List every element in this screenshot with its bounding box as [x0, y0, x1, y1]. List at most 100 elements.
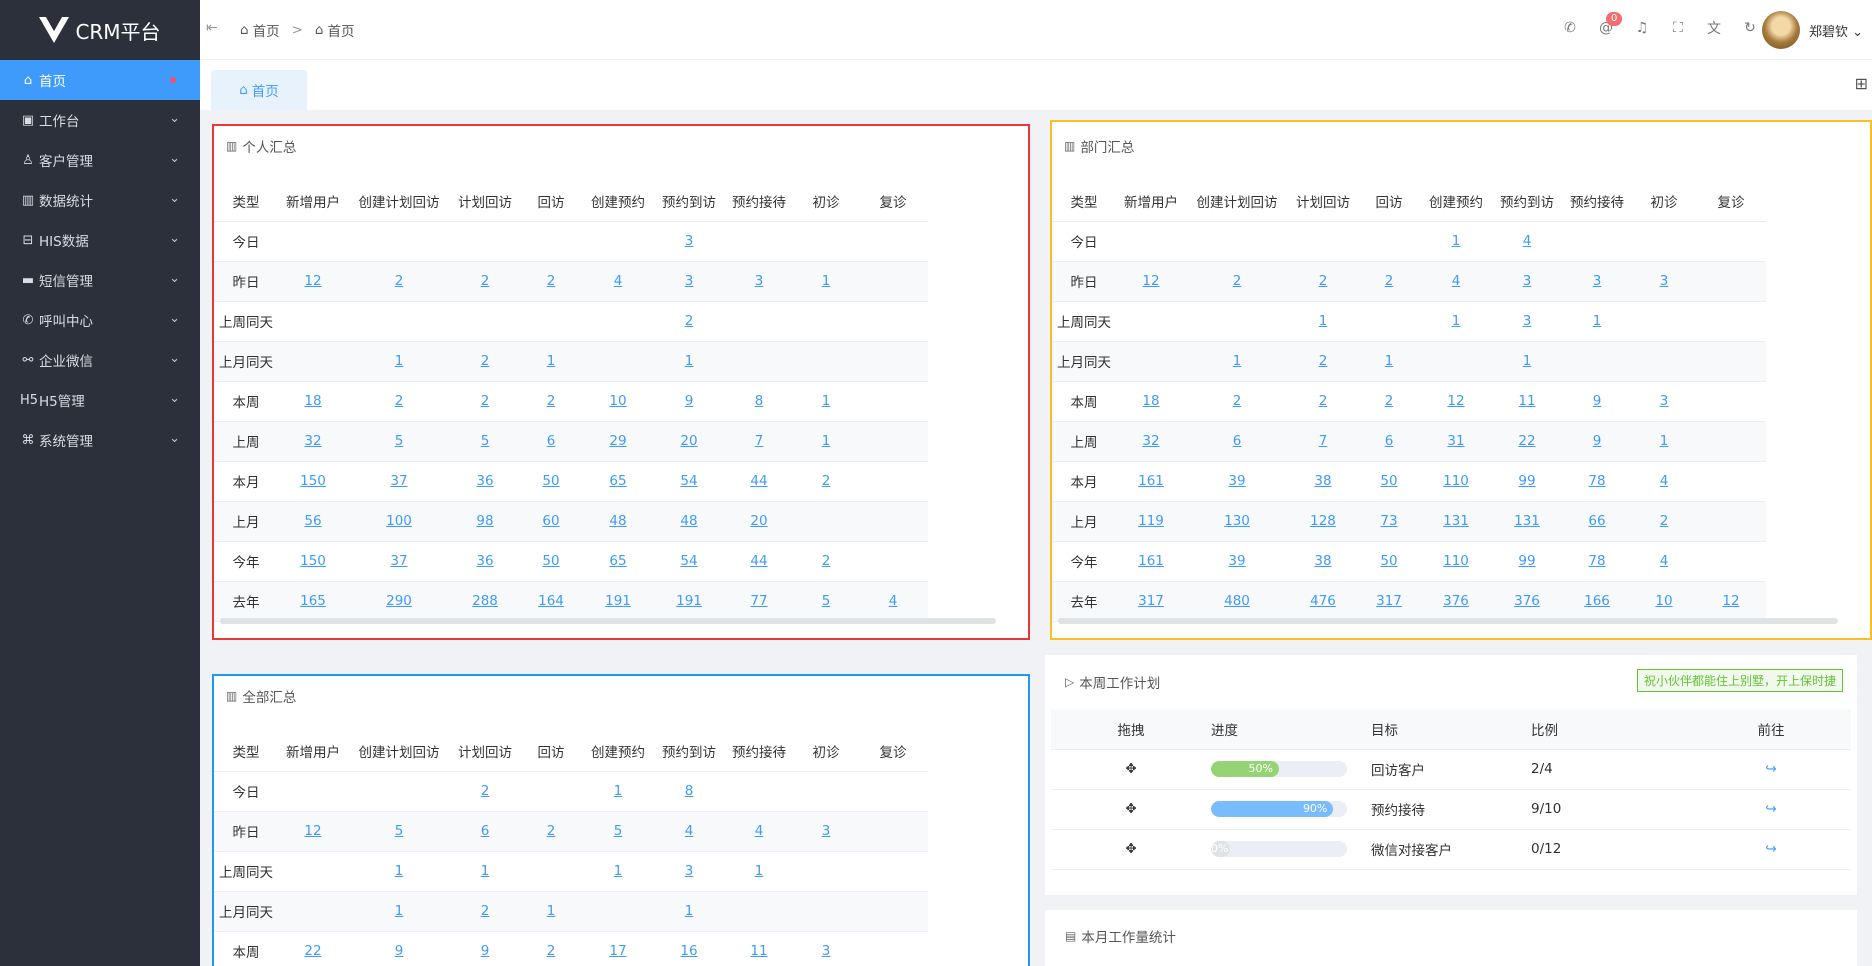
count-link[interactable]: 66 — [1588, 513, 1605, 529]
column-header[interactable]: 计划回访 — [1288, 181, 1358, 222]
count-link[interactable]: 29 — [609, 433, 626, 449]
count-link[interactable]: 44 — [750, 473, 767, 489]
count-link[interactable]: 4 — [1660, 553, 1669, 569]
count-link[interactable]: 37 — [390, 473, 407, 489]
avatar[interactable] — [1762, 11, 1800, 49]
count-link[interactable]: 2 — [481, 783, 490, 799]
count-link[interactable]: 1 — [1385, 353, 1394, 369]
count-link[interactable]: 2 — [1319, 393, 1328, 409]
count-link[interactable]: 5 — [481, 433, 490, 449]
count-link[interactable]: 2 — [395, 393, 404, 409]
column-header[interactable]: 计划回访 — [450, 731, 520, 772]
count-link[interactable]: 9 — [1593, 393, 1602, 409]
count-link[interactable]: 2 — [1319, 273, 1328, 289]
count-link[interactable]: 7 — [755, 433, 764, 449]
grid-menu-icon[interactable]: ⊞ — [1855, 74, 1868, 93]
column-header[interactable]: 初诊 — [794, 181, 858, 222]
horizontal-scrollbar[interactable] — [220, 618, 996, 624]
count-link[interactable]: 36 — [476, 473, 493, 489]
sidebar-item-0[interactable]: ⌂ 首页 — [0, 60, 200, 100]
count-link[interactable]: 1 — [1319, 313, 1328, 329]
count-link[interactable]: 3 — [1523, 273, 1532, 289]
tab-home[interactable]: ⌂ 首页 — [211, 70, 307, 110]
count-link[interactable]: 150 — [300, 473, 326, 489]
count-link[interactable]: 37 — [390, 553, 407, 569]
count-link[interactable]: 476 — [1310, 593, 1336, 609]
count-link[interactable]: 8 — [685, 783, 694, 799]
fullscreen-icon[interactable]: ⛶ — [1660, 20, 1696, 36]
count-link[interactable]: 191 — [676, 593, 702, 609]
bell-icon[interactable]: ♫ — [1624, 20, 1660, 36]
count-link[interactable]: 78 — [1588, 553, 1605, 569]
column-header[interactable]: 创建预约 — [582, 181, 654, 222]
count-link[interactable]: 3 — [685, 273, 694, 289]
count-link[interactable]: 1 — [1233, 353, 1242, 369]
goto-icon[interactable]: ↪ — [1691, 789, 1851, 830]
count-link[interactable]: 50 — [542, 553, 559, 569]
count-link[interactable]: 50 — [1380, 473, 1397, 489]
column-header[interactable]: 回访 — [520, 731, 582, 772]
count-link[interactable]: 4 — [755, 823, 764, 839]
sidebar-item-4[interactable]: ⊟ HIS数据 ⌄ — [0, 220, 200, 260]
count-link[interactable]: 16 — [680, 943, 697, 959]
count-link[interactable]: 2 — [395, 273, 404, 289]
count-link[interactable]: 2 — [1319, 353, 1328, 369]
count-link[interactable]: 2 — [1660, 513, 1669, 529]
count-link[interactable]: 1 — [547, 353, 556, 369]
count-link[interactable]: 376 — [1443, 593, 1469, 609]
count-link[interactable]: 288 — [472, 593, 498, 609]
count-link[interactable]: 5 — [614, 823, 623, 839]
count-link[interactable]: 3 — [1660, 273, 1669, 289]
count-link[interactable]: 4 — [685, 823, 694, 839]
column-header[interactable]: 创建预约 — [1420, 181, 1492, 222]
column-header[interactable]: 复诊 — [1696, 181, 1766, 222]
count-link[interactable]: 2 — [481, 353, 490, 369]
count-link[interactable]: 38 — [1314, 553, 1331, 569]
count-link[interactable]: 39 — [1228, 553, 1245, 569]
column-header[interactable]: 回访 — [520, 181, 582, 222]
count-link[interactable]: 128 — [1310, 513, 1336, 529]
count-link[interactable]: 1 — [395, 353, 404, 369]
column-header[interactable]: 新增用户 — [1116, 181, 1186, 222]
count-link[interactable]: 3 — [685, 233, 694, 249]
count-link[interactable]: 11 — [1518, 393, 1535, 409]
count-link[interactable]: 1 — [1660, 433, 1669, 449]
column-header[interactable]: 复诊 — [858, 731, 928, 772]
count-link[interactable]: 2 — [547, 823, 556, 839]
count-link[interactable]: 77 — [750, 593, 767, 609]
count-link[interactable]: 36 — [476, 553, 493, 569]
sidebar-item-1[interactable]: ▣ 工作台 ⌄ — [0, 100, 200, 140]
count-link[interactable]: 2 — [1385, 393, 1394, 409]
count-link[interactable]: 99 — [1518, 553, 1535, 569]
breadcrumb-item[interactable]: 首页 — [253, 20, 280, 40]
count-link[interactable]: 73 — [1380, 513, 1397, 529]
count-link[interactable]: 4 — [1523, 233, 1532, 249]
count-link[interactable]: 4 — [1452, 273, 1461, 289]
count-link[interactable]: 2 — [822, 473, 831, 489]
count-link[interactable]: 18 — [1142, 393, 1159, 409]
column-header[interactable]: 预约到访 — [1492, 181, 1562, 222]
count-link[interactable]: 131 — [1443, 513, 1469, 529]
count-link[interactable]: 5 — [395, 433, 404, 449]
count-link[interactable]: 39 — [1228, 473, 1245, 489]
column-header[interactable]: 新增用户 — [278, 181, 348, 222]
count-link[interactable]: 12 — [304, 273, 321, 289]
column-header[interactable]: 创建计划回访 — [1186, 181, 1288, 222]
horizontal-scrollbar[interactable] — [1058, 618, 1838, 624]
count-link[interactable]: 65 — [609, 473, 626, 489]
count-link[interactable]: 22 — [304, 943, 321, 959]
count-link[interactable]: 4 — [614, 273, 623, 289]
count-link[interactable]: 2 — [1385, 273, 1394, 289]
sidebar-item-2[interactable]: ♙ 客户管理 ⌄ — [0, 140, 200, 180]
count-link[interactable]: 8 — [755, 393, 764, 409]
drag-handle-icon[interactable]: ✥ — [1051, 749, 1211, 790]
column-header[interactable]: 初诊 — [794, 731, 858, 772]
count-link[interactable]: 99 — [1518, 473, 1535, 489]
count-link[interactable]: 100 — [386, 513, 412, 529]
sidebar-item-5[interactable]: ▬ 短信管理 ⌄ — [0, 260, 200, 300]
count-link[interactable]: 1 — [614, 783, 623, 799]
count-link[interactable]: 150 — [300, 553, 326, 569]
count-link[interactable]: 12 — [1722, 593, 1739, 609]
column-header[interactable]: 预约接待 — [724, 181, 794, 222]
column-header[interactable]: 类型 — [214, 181, 278, 222]
